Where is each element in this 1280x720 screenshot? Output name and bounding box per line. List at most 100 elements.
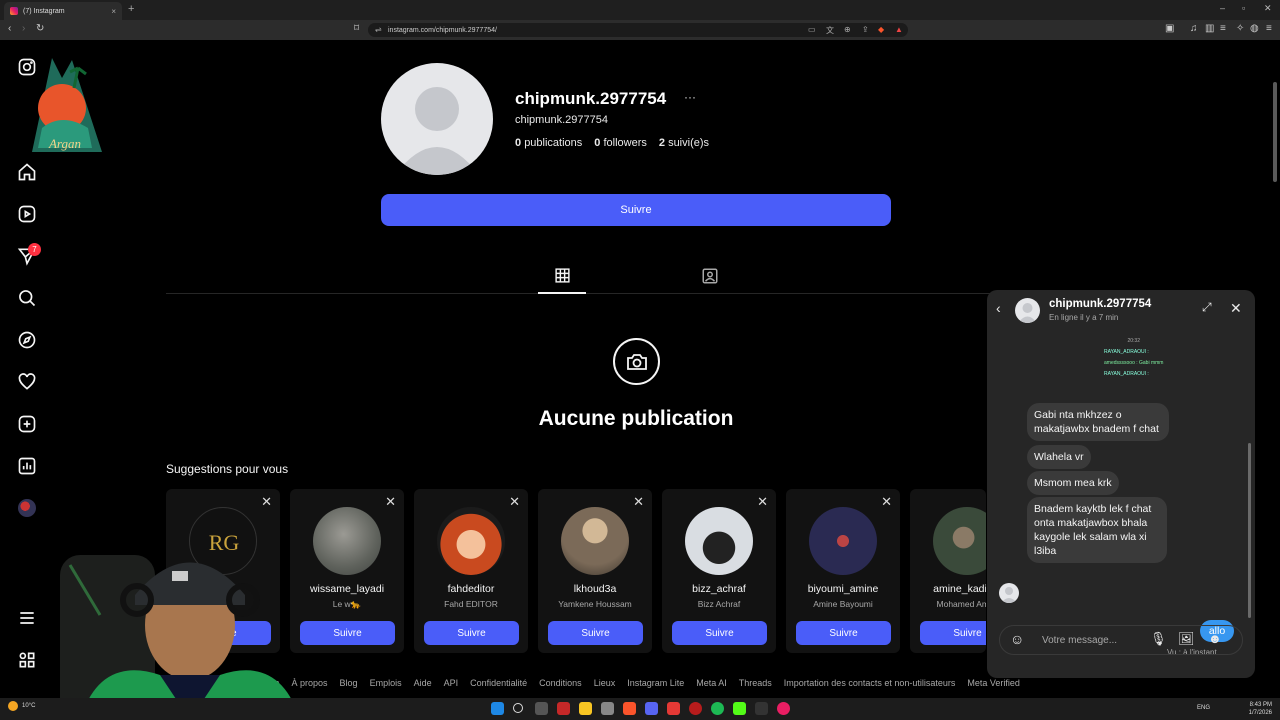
footer-link[interactable]: Lieux <box>594 678 616 688</box>
cast-icon[interactable]: ▭ <box>808 25 816 34</box>
new-tab-button[interactable]: + <box>128 3 134 15</box>
suggestion-follow-button[interactable]: Suivre <box>424 621 519 645</box>
tab-tagged[interactable] <box>698 267 722 291</box>
follow-button[interactable]: Suivre <box>381 194 891 226</box>
dismiss-icon[interactable]: ✕ <box>261 494 272 510</box>
dismiss-icon[interactable]: ✕ <box>385 494 396 510</box>
suggestion-username[interactable]: amine_kadir… <box>910 583 986 595</box>
suggestion-username[interactable]: biyoumi_amine <box>786 583 900 595</box>
search-icon[interactable] <box>17 288 37 308</box>
brave-icon[interactable] <box>623 702 636 715</box>
wallet-icon[interactable]: ▣ <box>1165 23 1174 34</box>
footer-link[interactable]: Confidentialité <box>470 678 527 688</box>
suggestion-avatar[interactable] <box>313 507 381 575</box>
image-icon[interactable]: 🖼 <box>1178 631 1195 647</box>
media-icon[interactable]: ♫ <box>1190 23 1198 34</box>
obs-icon[interactable] <box>689 702 702 715</box>
footer-link[interactable]: Conditions <box>539 678 582 688</box>
profile-avatar[interactable] <box>17 498 37 518</box>
forward-icon[interactable]: › <box>22 23 25 34</box>
dismiss-icon[interactable]: ✕ <box>881 494 892 510</box>
clock[interactable]: 8:43 PM 1/7/2026 <box>1249 701 1272 717</box>
heart-icon[interactable] <box>17 372 37 392</box>
app-icon-gray[interactable] <box>601 702 614 715</box>
suggestion-avatar[interactable] <box>933 507 986 575</box>
page-scrollbar[interactable] <box>1273 82 1277 182</box>
start-icon[interactable] <box>491 702 504 715</box>
footer-link[interactable]: Emplois <box>370 678 402 688</box>
emoji-icon[interactable]: ☺ <box>1010 631 1024 647</box>
brave-shield-icon[interactable]: ◆ <box>878 25 884 34</box>
tab-posts[interactable] <box>538 265 586 294</box>
site-info-icon[interactable]: ⇌ <box>375 25 382 34</box>
footer-link[interactable]: Threads <box>739 678 772 688</box>
dismiss-icon[interactable]: ✕ <box>509 494 520 510</box>
footer-link[interactable]: Aide <box>414 678 432 688</box>
vpn-icon[interactable]: ◍ <box>1250 23 1259 34</box>
app-icon-m[interactable] <box>667 702 680 715</box>
footer-link[interactable]: Meta Verified <box>967 678 1020 688</box>
suggestion-follow-button[interactable]: Suivre <box>920 621 986 645</box>
microphone-icon[interactable]: 🎙 <box>1150 631 1167 647</box>
dismiss-icon[interactable]: ✕ <box>633 494 644 510</box>
suggestion-follow-button[interactable]: Suivre <box>796 621 891 645</box>
maximize-button[interactable]: ▫ <box>1242 3 1245 13</box>
chat-avatar[interactable] <box>1015 298 1040 323</box>
suggestion-username[interactable]: wissame_layadi <box>290 583 404 595</box>
dismiss-icon[interactable]: ✕ <box>757 494 768 510</box>
suggestion-username[interactable]: fahdeditor <box>414 583 528 595</box>
spotify-icon[interactable] <box>711 702 724 715</box>
language-indicator[interactable]: ENG <box>1197 705 1210 711</box>
suggestion-avatar[interactable] <box>685 507 753 575</box>
home-icon[interactable] <box>17 162 37 182</box>
back-icon[interactable]: ‹ <box>8 23 11 34</box>
share-icon[interactable]: ⇪ <box>862 25 869 34</box>
window-close-button[interactable]: ✕ <box>1264 3 1272 14</box>
address-bar[interactable]: ⇌ instagram.com/chipmunk.2977754/ ▭ 文 ⊕ … <box>368 23 908 37</box>
weather-widget[interactable]: 10°C <box>8 701 35 711</box>
minimize-button[interactable]: – <box>1220 3 1225 13</box>
tab-close-icon[interactable]: × <box>111 7 116 16</box>
search-taskbar-icon[interactable] <box>513 703 523 713</box>
profile-options-icon[interactable]: ··· <box>684 90 696 104</box>
reels-icon[interactable] <box>17 204 37 224</box>
suggestion-username[interactable]: bizz_achraf <box>662 583 776 595</box>
menu-icon[interactable]: ≡ <box>1266 23 1272 34</box>
file-explorer-icon[interactable] <box>579 702 592 715</box>
capcut-icon[interactable] <box>755 702 768 715</box>
explore-icon[interactable] <box>17 330 37 350</box>
following-stat[interactable]: 2 suivi(e)s <box>659 137 709 149</box>
suggestion-avatar[interactable] <box>809 507 877 575</box>
zoom-icon[interactable]: ⊕ <box>844 25 851 34</box>
footer-link[interactable]: API <box>444 678 459 688</box>
sidebar-toggle-icon[interactable]: ▥ <box>1205 23 1214 34</box>
browser-tab[interactable]: (7) Instagram × <box>4 2 122 20</box>
create-icon[interactable] <box>17 414 37 434</box>
kick-icon[interactable] <box>733 702 746 715</box>
chat-username[interactable]: chipmunk.2977754 <box>1049 298 1151 310</box>
expand-icon[interactable]: ⤢ <box>1202 300 1212 315</box>
translate-icon[interactable]: 文 <box>826 25 834 36</box>
app-icon-pink[interactable] <box>777 702 790 715</box>
extensions-icon[interactable]: ✧ <box>1236 23 1244 34</box>
suggestion-follow-button[interactable]: Suivre <box>300 621 395 645</box>
suggestion-avatar[interactable] <box>437 507 505 575</box>
footer-link[interactable]: Blog <box>340 678 358 688</box>
suggestion-follow-button[interactable]: Suivre <box>548 621 643 645</box>
chat-scrollbar[interactable] <box>1248 338 1252 618</box>
discord-icon[interactable] <box>645 702 658 715</box>
suggestion-follow-button[interactable]: Suivre <box>672 621 767 645</box>
app-icon-red[interactable] <box>557 702 570 715</box>
message-input[interactable]: Votre message... <box>1042 635 1117 646</box>
brave-rewards-icon[interactable]: ▲ <box>895 25 903 34</box>
footer-link[interactable]: Meta AI <box>696 678 727 688</box>
chat-close-icon[interactable]: ✕ <box>1230 300 1242 317</box>
reload-icon[interactable]: ↻ <box>36 23 44 34</box>
suggestion-username[interactable]: lkhoud3a <box>538 583 652 595</box>
reading-list-icon[interactable]: ≡ <box>1220 23 1226 34</box>
dashboard-icon[interactable] <box>17 456 37 476</box>
footer-link[interactable]: Importation des contacts et non-utilisat… <box>784 678 956 688</box>
footer-link[interactable]: Instagram Lite <box>627 678 684 688</box>
followers-stat[interactable]: 0 followers <box>594 137 647 149</box>
chat-back-icon[interactable]: ‹ <box>996 300 1001 316</box>
